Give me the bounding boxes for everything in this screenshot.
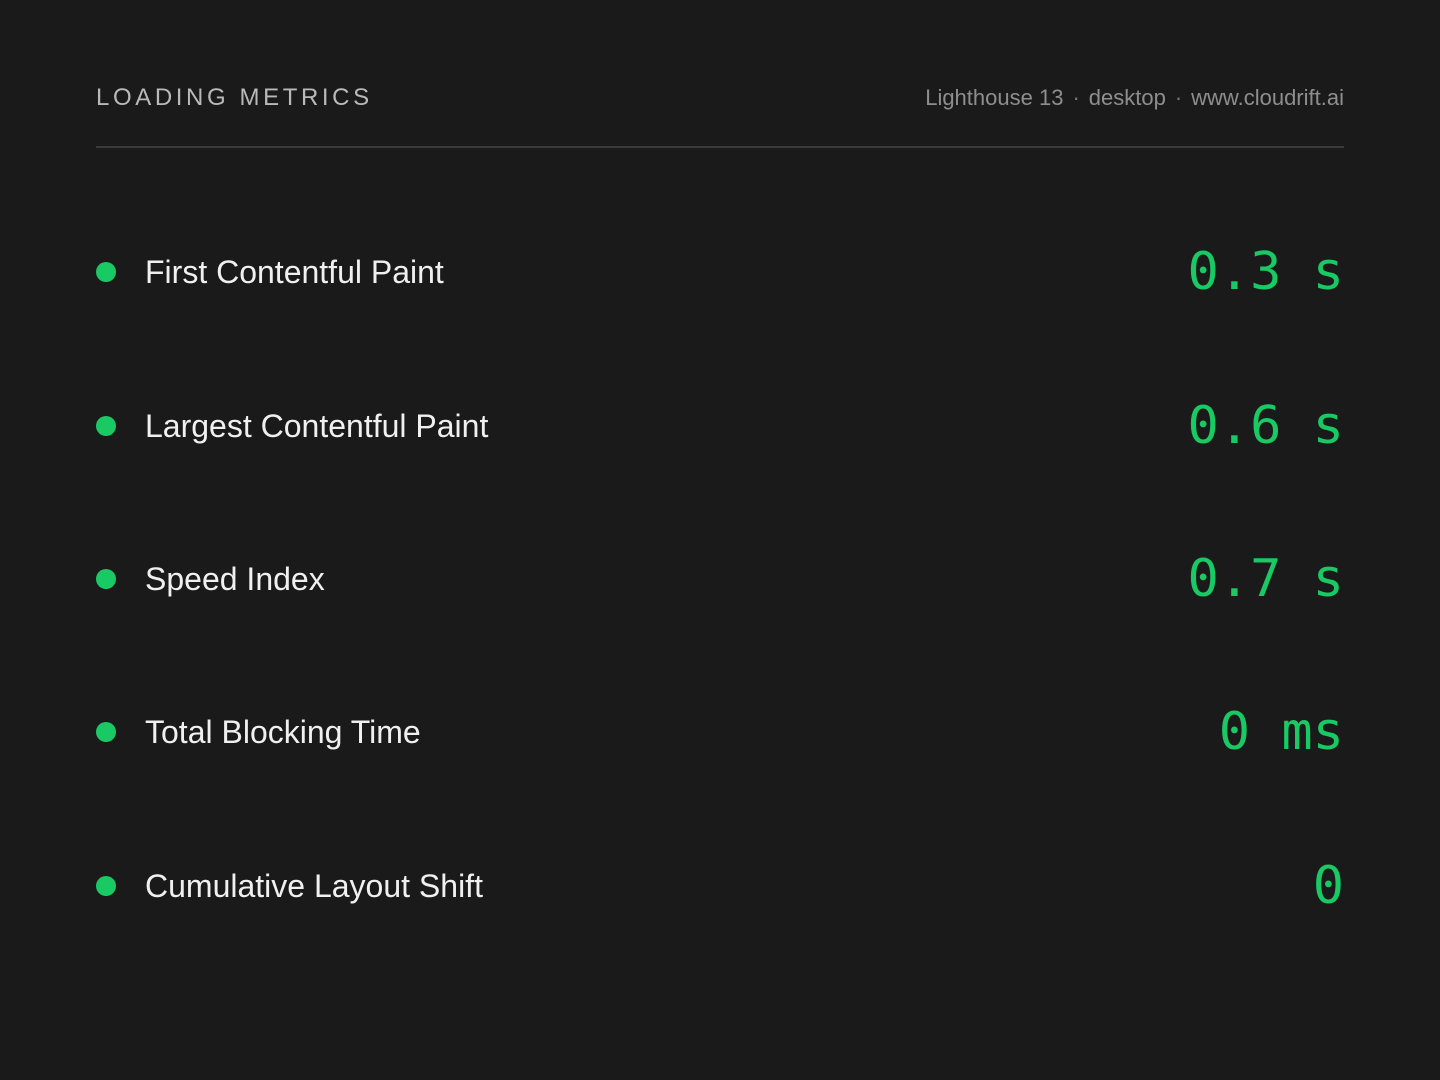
status-good-dot-icon xyxy=(96,722,116,742)
loading-metrics-panel: LOADING METRICS Lighthouse 13 · desktop … xyxy=(96,0,1344,1080)
metrics-list: First Contentful Paint 0.3 s Largest Con… xyxy=(96,0,1344,1080)
metric-label: Speed Index xyxy=(145,560,325,597)
metric-row-first-contentful-paint: First Contentful Paint 0.3 s xyxy=(96,240,1344,304)
metric-value: 0.7 s xyxy=(1187,549,1344,609)
metric-row-largest-contentful-paint: Largest Contentful Paint 0.6 s xyxy=(96,394,1344,458)
metric-value: 0 ms xyxy=(1218,702,1344,762)
status-good-dot-icon xyxy=(96,262,116,282)
metric-value: 0 xyxy=(1312,856,1344,916)
metric-row-cumulative-layout-shift: Cumulative Layout Shift 0 xyxy=(96,854,1344,918)
metric-row-total-blocking-time: Total Blocking Time 0 ms xyxy=(96,700,1344,764)
status-good-dot-icon xyxy=(96,569,116,589)
status-good-dot-icon xyxy=(96,876,116,896)
metric-label: Cumulative Layout Shift xyxy=(145,867,483,904)
metric-label: Largest Contentful Paint xyxy=(145,407,489,444)
metric-row-speed-index: Speed Index 0.7 s xyxy=(96,547,1344,611)
metric-value: 0.6 s xyxy=(1187,396,1344,456)
metric-value: 0.3 s xyxy=(1187,242,1344,302)
metric-label: First Contentful Paint xyxy=(145,253,444,290)
metric-label: Total Blocking Time xyxy=(145,713,421,750)
status-good-dot-icon xyxy=(96,416,116,436)
